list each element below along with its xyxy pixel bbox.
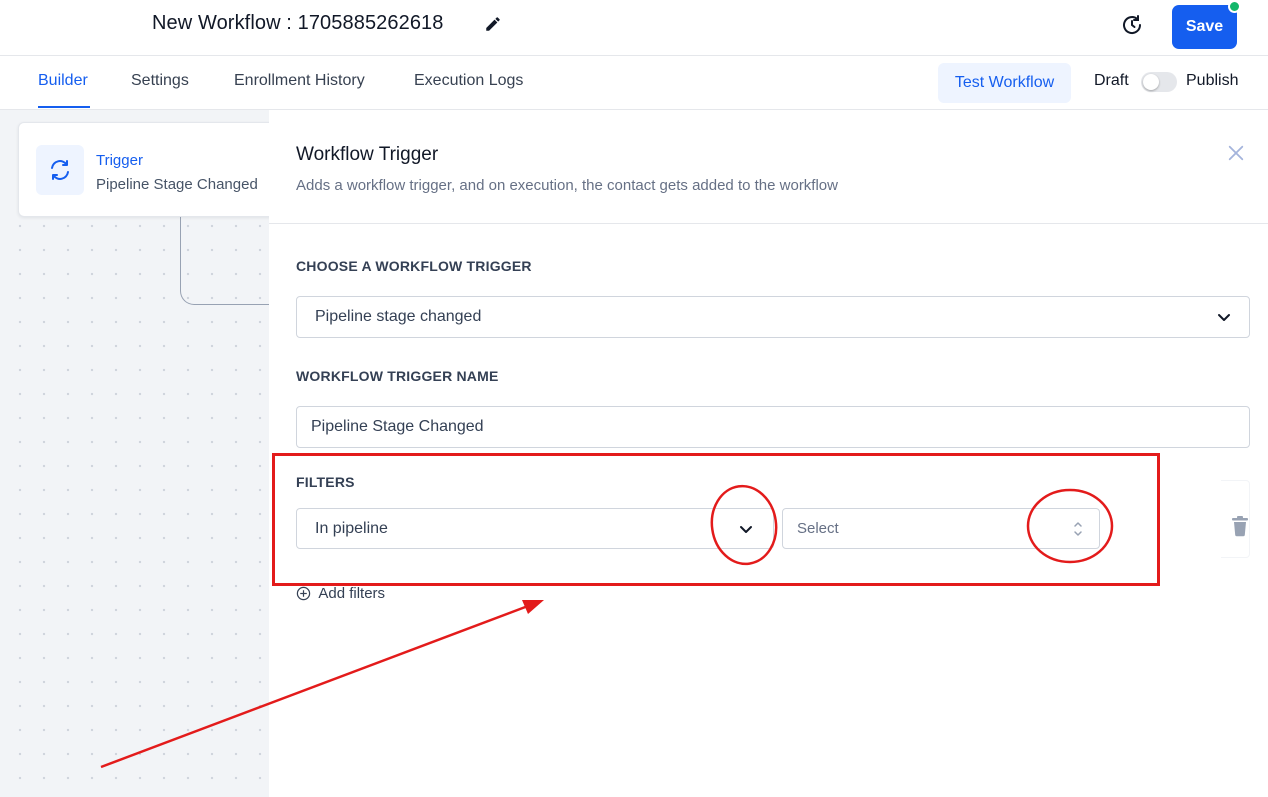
panel-description: Adds a workflow trigger, and on executio… — [296, 177, 838, 194]
plus-circle-icon — [296, 586, 311, 601]
toggle-knob — [1143, 74, 1159, 90]
trigger-type-value: Pipeline stage changed — [315, 308, 482, 325]
publish-label: Publish — [1186, 72, 1239, 89]
filter-field-value: In pipeline — [315, 520, 388, 537]
add-filters-button[interactable]: Add filters — [296, 585, 385, 602]
trigger-name-label: WORKFLOW TRIGGER NAME — [296, 368, 499, 384]
tab-enrollment-history[interactable]: Enrollment History — [234, 72, 365, 90]
panel-title: Workflow Trigger — [296, 144, 439, 165]
choose-trigger-label: CHOOSE A WORKFLOW TRIGGER — [296, 258, 532, 274]
filter-value-placeholder: Select — [797, 520, 839, 537]
refresh-icon — [51, 160, 69, 180]
trash-icon[interactable] — [1230, 515, 1250, 537]
history-icon[interactable] — [1120, 13, 1144, 37]
filters-label: FILTERS — [296, 474, 355, 490]
trigger-node[interactable]: Trigger Pipeline Stage Changed — [18, 122, 270, 217]
node-connector — [180, 215, 270, 305]
chevron-down-icon[interactable] — [739, 522, 753, 536]
test-workflow-button[interactable]: Test Workflow — [938, 63, 1071, 103]
status-dot — [1228, 0, 1241, 13]
tabs-bar: Builder Settings Enrollment History Exec… — [0, 56, 1268, 110]
top-header: New Workflow : 1705885262618 Save — [0, 0, 1268, 56]
close-icon[interactable] — [1227, 144, 1245, 162]
chevron-down-icon — [1218, 314, 1230, 321]
trigger-node-title: Trigger — [96, 152, 143, 169]
filter-field-select[interactable]: In pipeline — [296, 508, 774, 549]
workflow-trigger-panel: Workflow Trigger Adds a workflow trigger… — [269, 110, 1268, 797]
filter-value-select[interactable]: Select — [782, 508, 1100, 549]
tab-settings[interactable]: Settings — [131, 72, 189, 90]
trigger-icon-container — [36, 145, 84, 195]
sort-arrows-icon[interactable] — [1073, 519, 1083, 539]
draft-label: Draft — [1094, 72, 1129, 89]
publish-toggle[interactable] — [1141, 72, 1177, 92]
save-button[interactable]: Save — [1172, 5, 1237, 49]
trigger-node-subtitle: Pipeline Stage Changed — [96, 176, 258, 193]
tab-execution-logs[interactable]: Execution Logs — [414, 72, 523, 90]
panel-header: Workflow Trigger Adds a workflow trigger… — [269, 110, 1268, 224]
pencil-icon[interactable] — [484, 15, 502, 33]
add-filters-label: Add filters — [318, 585, 386, 602]
trigger-type-select[interactable]: Pipeline stage changed — [296, 296, 1250, 338]
tab-builder[interactable]: Builder — [38, 72, 88, 90]
active-tab-indicator — [38, 106, 90, 108]
workflow-title: New Workflow : 1705885262618 — [152, 12, 444, 34]
trigger-name-input[interactable] — [296, 406, 1250, 448]
workflow-canvas[interactable]: Trigger Pipeline Stage Changed — [0, 110, 270, 797]
